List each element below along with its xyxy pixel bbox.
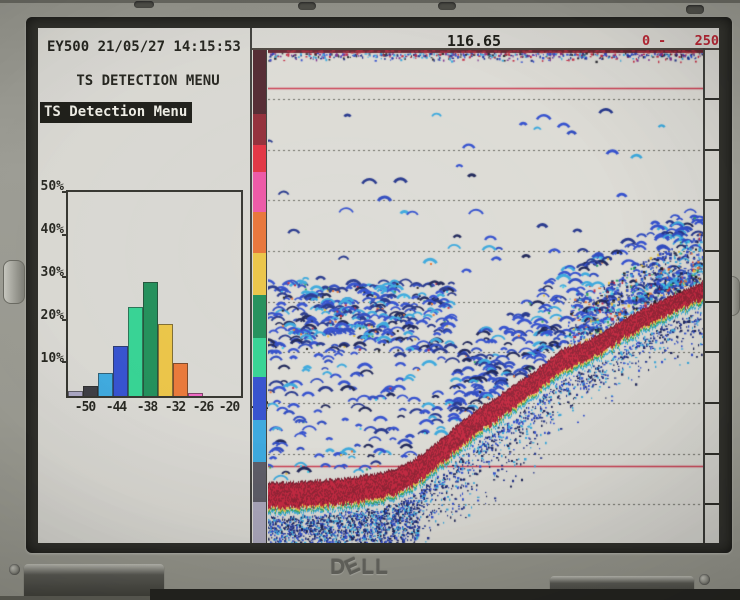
histogram-bar (113, 346, 128, 396)
color-scale-segment (253, 145, 266, 172)
histogram-y-label: 30% (38, 265, 64, 280)
range-end-value: 250 (693, 33, 719, 49)
histogram-x-label: -38 (137, 400, 157, 415)
hinge-left (24, 564, 164, 600)
color-scale-segment (253, 502, 266, 543)
depth-scale-tick (705, 250, 719, 252)
color-scale-segment (253, 114, 266, 145)
chassis-bottom-edge (0, 596, 150, 600)
depth-scale-tick (705, 149, 719, 151)
ey500-screen: EY500 21/05/27 14:15:53 TS DETECTION MEN… (38, 28, 719, 543)
histogram-bar (158, 324, 173, 396)
latch-hole (686, 5, 704, 14)
screw-right (699, 574, 710, 585)
color-scale-segment (253, 50, 266, 114)
system-header-text: EY500 21/05/27 14:15:53 (47, 39, 241, 55)
histogram-x-label: -44 (106, 400, 126, 415)
menu-panel: EY500 21/05/27 14:15:53 TS DETECTION MEN… (38, 28, 250, 543)
histogram-y-label: 40% (38, 222, 64, 237)
depth-scale-tick (705, 503, 719, 505)
depth-scale-tick (705, 402, 719, 404)
histogram-bar (143, 282, 158, 396)
range-start-value: 0 (642, 33, 650, 49)
color-scale-segment (253, 377, 266, 420)
color-scale-segment (253, 212, 266, 253)
histogram-bar (173, 363, 188, 396)
range-separator: - (658, 33, 666, 49)
dell-logo: DELL (330, 556, 389, 580)
color-scale-bar (253, 50, 267, 543)
latch-button-left (3, 260, 25, 304)
color-scale-segment (253, 253, 266, 295)
color-scale-segment (253, 295, 266, 338)
latch-hole (298, 2, 316, 10)
menu-title: TS DETECTION MENU (38, 73, 250, 89)
histogram-plot-frame (66, 190, 243, 398)
echogram-canvas (268, 50, 703, 543)
histogram-bar (98, 373, 113, 396)
histogram-x-label: -50 (75, 400, 95, 415)
histogram-bar (188, 393, 203, 396)
histogram-y-label: 50% (38, 179, 64, 194)
depth-scale-tick (705, 351, 719, 353)
histogram-x-label: -20 (219, 400, 239, 415)
depth-scale-tick (705, 301, 719, 303)
depth-scale-tick (705, 98, 719, 100)
histogram-bar (128, 307, 143, 396)
histogram-y-label: 20% (38, 308, 64, 323)
color-scale-segment (253, 462, 266, 502)
depth-scale-tick (705, 199, 719, 201)
laptop-photo: EY500 21/05/27 14:15:53 TS DETECTION MEN… (0, 0, 740, 600)
chassis-bottom-gap (150, 589, 740, 600)
histogram-y-label: 10% (38, 351, 64, 366)
screw-left (9, 564, 20, 575)
panel-separator (250, 28, 252, 543)
histogram-bar (68, 391, 83, 396)
histogram-x-label: -32 (165, 400, 185, 415)
color-scale-segment (253, 338, 266, 377)
color-scale-segment (253, 172, 266, 212)
dell-logo-letter: L (375, 556, 389, 579)
menu-item-ts-detection[interactable]: TS Detection Menu (40, 102, 192, 123)
latch-hole (134, 1, 154, 8)
histogram-bar (83, 386, 98, 396)
histogram-x-label: -26 (193, 400, 213, 415)
color-scale-segment (253, 420, 266, 462)
chassis-top-edge (0, 0, 740, 3)
depth-scale-tick (705, 453, 719, 455)
latch-hole (438, 2, 456, 10)
echogram-right-border (703, 48, 705, 543)
